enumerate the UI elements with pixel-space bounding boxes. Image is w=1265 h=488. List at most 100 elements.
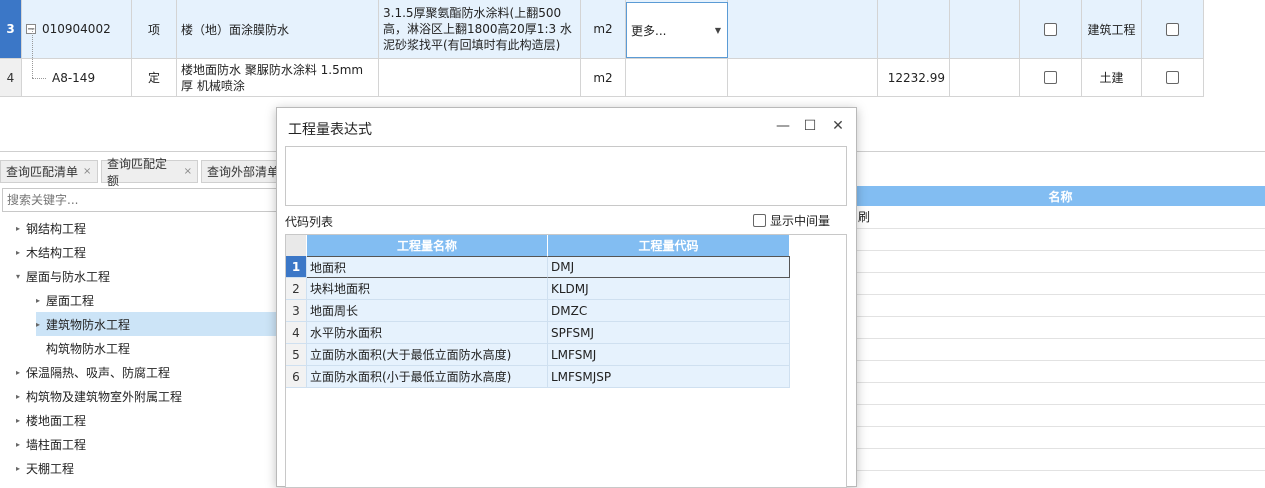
chevron-right-icon[interactable]: ▸ [16, 248, 26, 257]
corner-header [286, 235, 307, 256]
tree-item[interactable]: ▸ 天棚工程 [16, 456, 276, 480]
row-checkbox[interactable] [1044, 22, 1057, 36]
name-column-header[interactable]: 名称 [856, 186, 1265, 206]
tab-match-bill[interactable]: 查询匹配清单 × [0, 160, 98, 183]
column-header-name[interactable]: 工程量名称 [307, 235, 548, 256]
dialog-title: 工程量表达式 [288, 122, 372, 138]
tree-item[interactable]: ▸ 屋面工程 [36, 288, 276, 312]
row-divider [856, 448, 1265, 449]
chevron-right-icon[interactable]: ▸ [16, 368, 26, 377]
row-number[interactable]: 6 [286, 366, 307, 388]
row-checkbox[interactable] [1044, 71, 1057, 84]
tab-external-bill[interactable]: 查询外部清单 [201, 160, 280, 183]
tree-item-label: 天棚工程 [26, 461, 75, 476]
row-divider [856, 228, 1265, 229]
table-row[interactable]: 1 地面积 DMJ [286, 256, 790, 278]
chevron-right-icon[interactable]: ▸ [16, 416, 26, 425]
code-list-grid: 工程量名称 工程量代码 1 地面积 DMJ 2 块料地面积 KLDMJ 3 地面… [285, 234, 847, 488]
chevron-right-icon[interactable]: ▸ [16, 440, 26, 449]
row-divider [856, 360, 1265, 361]
tree-item-label: 屋面工程 [46, 293, 95, 308]
search-input[interactable] [2, 188, 278, 212]
tree-item-label: 钢结构工程 [26, 221, 87, 236]
tree-item-label: 木结构工程 [26, 245, 87, 260]
expr-dropdown[interactable]: 更多... ▼ [626, 2, 728, 58]
show-intermediate-checkbox[interactable] [753, 214, 766, 227]
row-number[interactable]: 3 [286, 300, 307, 322]
empty-cell [728, 59, 878, 97]
row-number[interactable]: 4 [286, 322, 307, 344]
tree-item[interactable]: ▸ 保温隔热、吸声、防腐工程 [16, 360, 276, 384]
quantity-code: LMFSMJSP [548, 366, 790, 388]
item-name: 楼地面防水 聚脲防水涂料 1.5mm厚 机械喷涂 [177, 59, 379, 97]
row-number[interactable]: 1 [286, 256, 307, 278]
chevron-down-icon[interactable]: ▼ [715, 26, 721, 35]
quantity-name: 地面周长 [307, 300, 548, 322]
table-row[interactable]: 3 − 010904002 项 楼（地）面涂膜防水 3.1.5厚聚氨酯防水涂料(… [0, 0, 1204, 59]
tree-item[interactable]: ▸ 构筑物及建筑物室外附属工程 [16, 384, 276, 408]
quantity-name: 块料地面积 [307, 278, 548, 300]
table-row[interactable]: 4 A8-149 定 楼地面防水 聚脲防水涂料 1.5mm厚 机械喷涂 m2 1… [0, 29, 1204, 97]
table-row[interactable]: 6 立面防水面积(小于最低立面防水高度) LMFSMJSP [286, 366, 790, 388]
row-divider [856, 338, 1265, 339]
item-code: 010904002 [42, 22, 111, 36]
item-name: 楼（地）面涂膜防水 [177, 0, 379, 59]
quantity-code: LMFSMJ [548, 344, 790, 366]
collapse-icon[interactable]: − [26, 24, 36, 35]
row-number[interactable]: 4 [0, 59, 22, 97]
row-divider [856, 426, 1265, 427]
close-icon[interactable]: × [83, 166, 91, 177]
chevron-right-icon[interactable]: ▸ [36, 320, 46, 329]
tree-item[interactable]: 构筑物防水工程 [36, 336, 276, 360]
tree-item-label: 楼地面工程 [26, 413, 87, 428]
close-icon[interactable]: × [184, 166, 192, 177]
expr-dropdown-value: 更多... [631, 23, 667, 38]
table-row[interactable]: 3 地面周长 DMZC [286, 300, 790, 322]
column-header-code[interactable]: 工程量代码 [548, 235, 790, 256]
chevron-down-icon[interactable]: ▾ [16, 272, 26, 281]
row-checkbox[interactable] [1166, 71, 1179, 84]
tree-item[interactable]: ▾ 屋面与防水工程 [16, 264, 276, 288]
expr-cell[interactable] [626, 59, 728, 97]
tree-item[interactable]: ▸ 墙柱面工程 [16, 432, 276, 456]
table-row[interactable]: 5 立面防水面积(大于最低立面防水高度) LMFSMJ [286, 344, 790, 366]
quantity-code: DMZC [548, 300, 790, 322]
table-row[interactable]: 4 水平防水面积 SPFSMJ [286, 322, 790, 344]
row-checkbox[interactable] [1166, 22, 1179, 36]
table-row[interactable]: 2 块料地面积 KLDMJ [286, 278, 790, 300]
quantity-name: 立面防水面积(小于最低立面防水高度) [307, 366, 548, 388]
show-intermediate-label: 显示中间量 [770, 214, 831, 228]
item-unit: m2 [581, 0, 626, 59]
row-number[interactable]: 3 [0, 0, 22, 59]
tab-label: 查询匹配定额 [107, 156, 168, 188]
chevron-right-icon[interactable]: ▸ [16, 392, 26, 401]
expression-textarea[interactable] [285, 146, 847, 206]
item-type: 定 [132, 59, 177, 97]
chevron-right-icon[interactable]: ▸ [16, 224, 26, 233]
partial-list-text: 刷 [858, 210, 871, 224]
item-feature: 3.1.5厚聚氨酯防水涂料(上翻500高，淋浴区上翻1800高20厚1:3 水泥… [379, 0, 581, 59]
minimize-icon[interactable]: — [775, 118, 791, 134]
empty-cell [728, 0, 878, 59]
row-number[interactable]: 5 [286, 344, 307, 366]
checkbox-cell [1020, 0, 1082, 59]
tree-item-selected[interactable]: ▸ 建筑物防水工程 [36, 312, 276, 336]
tab-match-quota[interactable]: 查询匹配定额 × [101, 157, 198, 188]
row-divider [856, 382, 1265, 383]
maximize-icon[interactable]: ☐ [802, 118, 818, 134]
row-number[interactable]: 2 [286, 278, 307, 300]
chevron-right-icon[interactable]: ▸ [36, 296, 46, 305]
item-unit: m2 [581, 59, 626, 97]
close-icon[interactable]: ✕ [830, 118, 846, 134]
item-type: 项 [132, 0, 177, 59]
tree-item[interactable]: ▸ 钢结构工程 [16, 216, 276, 240]
tab-label: 查询匹配清单 [6, 165, 79, 179]
tree-connector [32, 78, 46, 79]
tree-item[interactable]: ▸ 木结构工程 [16, 240, 276, 264]
row-divider [856, 250, 1265, 251]
tree-item[interactable]: ▸ 楼地面工程 [16, 408, 276, 432]
chevron-right-icon[interactable]: ▸ [16, 464, 26, 473]
quantity-code: KLDMJ [548, 278, 790, 300]
show-intermediate-toggle[interactable]: 显示中间量 [753, 212, 830, 229]
item-major: 土建 [1082, 59, 1142, 97]
